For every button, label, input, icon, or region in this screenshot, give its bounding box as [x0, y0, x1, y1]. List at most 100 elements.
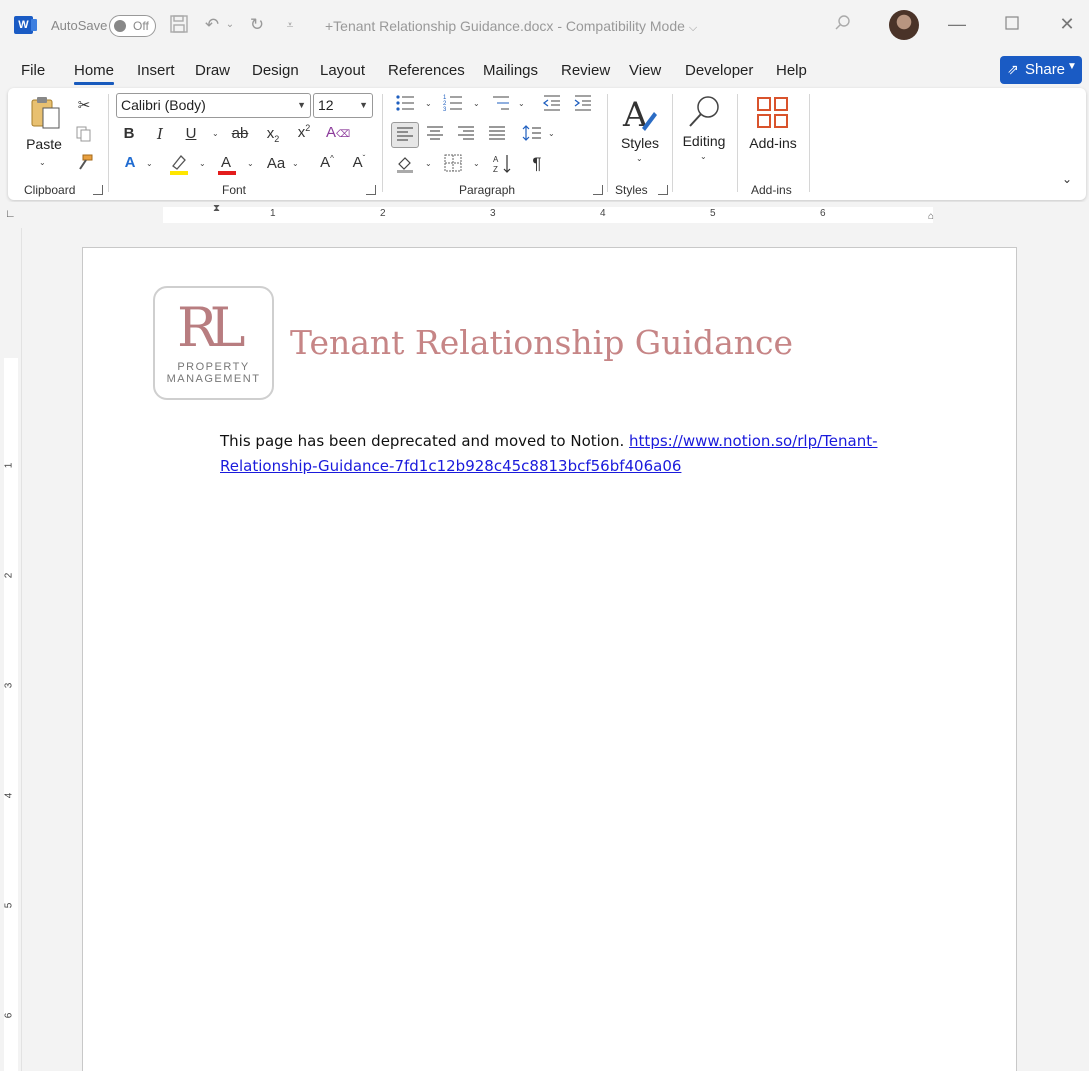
tab-view[interactable]: View [629, 62, 661, 79]
change-case-dropdown-icon[interactable]: ⌄ [292, 159, 299, 168]
font-size-select[interactable]: 12 ▼ [313, 93, 373, 118]
paragraph-launcher-icon[interactable] [593, 185, 603, 195]
decrease-indent-icon[interactable] [541, 94, 563, 116]
save-icon[interactable] [168, 14, 190, 36]
indent-marker-icon[interactable]: ⧗ [213, 203, 220, 214]
underline-dropdown-icon[interactable]: ⌄ [212, 129, 219, 138]
line-spacing-dropdown-icon[interactable]: ⌄ [548, 129, 555, 138]
font-name-select[interactable]: Calibri (Body) ▼ [116, 93, 311, 118]
styles-dropdown-icon[interactable]: ⌄ [636, 154, 643, 163]
justify-icon[interactable] [486, 125, 508, 145]
tab-design[interactable]: Design [252, 62, 299, 79]
autosave-toggle[interactable]: Off [109, 15, 156, 37]
line-spacing-icon[interactable] [520, 124, 544, 146]
copy-icon[interactable] [74, 126, 94, 146]
sort-icon[interactable]: AZ [492, 153, 514, 179]
subscript-icon[interactable]: x2 [263, 125, 283, 144]
font-color-dropdown-icon[interactable]: ⌄ [247, 159, 254, 168]
tab-home[interactable]: Home [74, 62, 115, 85]
clipboard-launcher-icon[interactable] [93, 185, 103, 195]
shrink-font-icon[interactable]: Aˇ [348, 154, 370, 171]
horizontal-ruler[interactable]: ∟ 1 2 3 4 5 6 ⧗ ⌂ [0, 202, 1089, 228]
underline-icon[interactable]: U [182, 125, 200, 142]
find-icon[interactable] [685, 93, 723, 131]
superscript-icon[interactable]: x2 [294, 123, 314, 141]
align-right-icon[interactable] [455, 125, 477, 145]
tab-insert[interactable]: Insert [137, 62, 175, 79]
company-logo: RL PROPERTY MANAGEMENT [153, 286, 274, 400]
undo-dropdown-icon[interactable]: ⌄ [223, 14, 237, 36]
vertical-ruler[interactable]: 1 2 3 4 5 6 [0, 228, 22, 1071]
share-chevron-icon[interactable]: ▼ [1067, 61, 1077, 72]
document-page[interactable]: RL PROPERTY MANAGEMENT Tenant Relationsh… [82, 247, 1017, 1071]
text-effects-dropdown-icon[interactable]: ⌄ [146, 159, 153, 168]
tab-help[interactable]: Help [776, 62, 807, 79]
bullets-dropdown-icon[interactable]: ⌄ [425, 99, 432, 108]
shading-dropdown-icon[interactable]: ⌄ [425, 159, 432, 168]
align-left-icon[interactable] [391, 122, 419, 148]
tab-references[interactable]: References [388, 62, 465, 79]
cut-icon[interactable]: ✂ [74, 96, 94, 114]
borders-dropdown-icon[interactable]: ⌄ [473, 159, 480, 168]
ruler-number: 4 [3, 792, 15, 799]
addins-icon[interactable] [756, 96, 790, 130]
tab-file[interactable]: File [21, 62, 45, 79]
font-launcher-icon[interactable] [366, 185, 376, 195]
clear-formatting-icon[interactable]: A⌫ [326, 124, 350, 141]
tab-developer[interactable]: Developer [685, 62, 753, 79]
tab-selector-icon[interactable]: ∟ [5, 208, 16, 220]
shading-icon[interactable] [394, 154, 416, 178]
numbering-dropdown-icon[interactable]: ⌄ [473, 99, 480, 108]
tab-layout[interactable]: Layout [320, 62, 365, 79]
redo-icon[interactable]: ↻ [246, 14, 268, 36]
paste-icon[interactable] [27, 94, 65, 130]
divider [607, 94, 608, 192]
document-title[interactable]: +Tenant Relationship Guidance.docx - Com… [325, 18, 697, 35]
addins-label[interactable]: Add-ins [746, 135, 800, 151]
change-case-icon[interactable]: Aa [264, 155, 288, 172]
paste-label[interactable]: Paste [23, 136, 65, 152]
increase-indent-icon[interactable] [572, 94, 594, 116]
italic-icon[interactable]: I [151, 125, 169, 143]
right-indent-marker-icon[interactable]: ⌂ [928, 211, 934, 222]
bold-icon[interactable]: B [120, 125, 138, 142]
search-icon[interactable] [832, 14, 854, 36]
highlight-color-icon[interactable] [168, 152, 190, 176]
customize-toolbar-icon[interactable]: ⩡ [279, 14, 301, 36]
tab-review[interactable]: Review [561, 62, 610, 79]
text-effects-icon[interactable]: A [120, 154, 140, 171]
tab-draw[interactable]: Draw [195, 62, 230, 79]
undo-icon[interactable]: ↶ [201, 14, 223, 36]
editing-label[interactable]: Editing [678, 133, 730, 149]
close-icon[interactable]: ✕ [1055, 12, 1079, 36]
ruler-track [163, 207, 933, 223]
avatar[interactable] [889, 10, 919, 40]
show-formatting-marks-icon[interactable]: ¶ [526, 154, 548, 174]
tab-mailings[interactable]: Mailings [483, 62, 538, 79]
styles-icon[interactable]: A [620, 94, 660, 135]
font-color-icon[interactable]: A [216, 152, 238, 176]
multilevel-list-icon[interactable] [490, 94, 512, 116]
maximize-icon[interactable] [1000, 12, 1024, 36]
ruler-number: 5 [710, 208, 716, 219]
bullets-icon[interactable] [394, 94, 416, 116]
highlight-dropdown-icon[interactable]: ⌄ [199, 159, 206, 168]
numbering-icon[interactable]: 123 [442, 94, 464, 116]
minimize-icon[interactable]: — [945, 12, 969, 36]
ruler-number: 1 [3, 462, 15, 469]
strikethrough-icon[interactable]: ab [230, 125, 250, 142]
svg-text:A: A [493, 155, 499, 164]
ribbon: Paste ⌄ ✂ Clipboard Calibri (Body) ▼ 12 … [8, 88, 1086, 200]
styles-launcher-icon[interactable] [658, 185, 668, 195]
share-button[interactable]: ⇗ Share ▼ [1000, 56, 1082, 84]
styles-label[interactable]: Styles [616, 135, 664, 151]
grow-font-icon[interactable]: A^ [316, 154, 338, 171]
paste-dropdown-icon[interactable]: ⌄ [39, 158, 46, 167]
logo-line-1: PROPERTY [177, 361, 250, 373]
editing-dropdown-icon[interactable]: ⌄ [700, 152, 707, 161]
format-painter-icon[interactable] [74, 154, 94, 176]
align-center-icon[interactable] [424, 125, 446, 145]
collapse-ribbon-icon[interactable]: ⌄ [1058, 172, 1076, 186]
multilevel-dropdown-icon[interactable]: ⌄ [518, 99, 525, 108]
borders-icon[interactable] [442, 154, 464, 176]
